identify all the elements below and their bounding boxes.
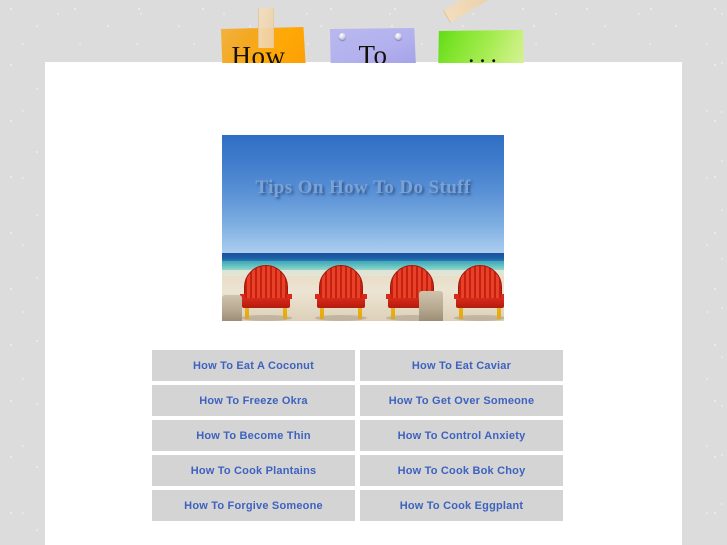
article-link-how-to-freeze-okra[interactable]: How To Freeze Okra	[152, 385, 355, 416]
page-content-container: Tips On How To Do Stuff How To Eat A Coc…	[45, 62, 682, 545]
article-link-label: How To Control Anxiety	[397, 429, 526, 442]
chair-backrest	[319, 265, 363, 301]
article-link-label: How To Eat A Coconut	[193, 359, 314, 372]
chair-seat	[242, 298, 290, 308]
article-link-label: How To Cook Bok Choy	[397, 464, 526, 477]
article-link-how-to-cook-plantains[interactable]: How To Cook Plantains	[152, 455, 355, 486]
chair-backrest	[458, 265, 502, 301]
article-link-how-to-get-over-someone[interactable]: How To Get Over Someone	[360, 385, 563, 416]
article-link-label: How To Get Over Someone	[388, 394, 535, 407]
article-link-how-to-eat-a-coconut[interactable]: How To Eat A Coconut	[152, 350, 355, 381]
beach-post-left	[222, 295, 242, 321]
article-link-label: How To Eat Caviar	[411, 359, 512, 372]
article-link-how-to-eat-caviar[interactable]: How To Eat Caviar	[360, 350, 563, 381]
article-link-label: How To Become Thin	[196, 429, 311, 442]
article-link-how-to-control-anxiety[interactable]: How To Control Anxiety	[360, 420, 563, 451]
article-link-how-to-cook-eggplant[interactable]: How To Cook Eggplant	[360, 490, 563, 521]
article-link-how-to-cook-bok-choy[interactable]: How To Cook Bok Choy	[360, 455, 563, 486]
site-logo-sticky-notes[interactable]: How To ...	[0, 0, 727, 63]
pin-icon-left	[339, 33, 346, 40]
tape-strip-diagonal-icon	[443, 0, 490, 24]
article-link-label: How To Freeze Okra	[199, 394, 308, 407]
sticky-note-how-label: How	[231, 41, 286, 63]
article-link-label: How To Cook Eggplant	[399, 499, 524, 512]
beach-post-center	[419, 291, 443, 321]
chair-backrest	[244, 265, 288, 301]
chair-seat	[456, 298, 504, 308]
beach-chair-2	[315, 265, 367, 321]
sticky-note-ellipsis[interactable]: ...	[438, 30, 524, 63]
article-link-label: How To Cook Plantains	[190, 464, 317, 477]
sticky-note-to[interactable]: To	[330, 28, 416, 63]
article-links-grid: How To Eat A Coconut How To Eat Caviar H…	[152, 350, 568, 521]
chair-seat	[317, 298, 365, 308]
article-link-label: How To Forgive Someone	[184, 499, 323, 512]
article-link-how-to-forgive-someone[interactable]: How To Forgive Someone	[152, 490, 355, 521]
sticky-note-to-label: To	[358, 40, 388, 63]
beach-chair-4	[454, 265, 504, 321]
sticky-note-ellipsis-label: ...	[468, 41, 502, 63]
pin-icon-right	[395, 33, 402, 40]
banner-title: Tips On How To Do Stuff	[255, 177, 471, 198]
beach-chair-1	[240, 265, 292, 321]
article-link-how-to-become-thin[interactable]: How To Become Thin	[152, 420, 355, 451]
banner-image: Tips On How To Do Stuff	[222, 135, 504, 321]
